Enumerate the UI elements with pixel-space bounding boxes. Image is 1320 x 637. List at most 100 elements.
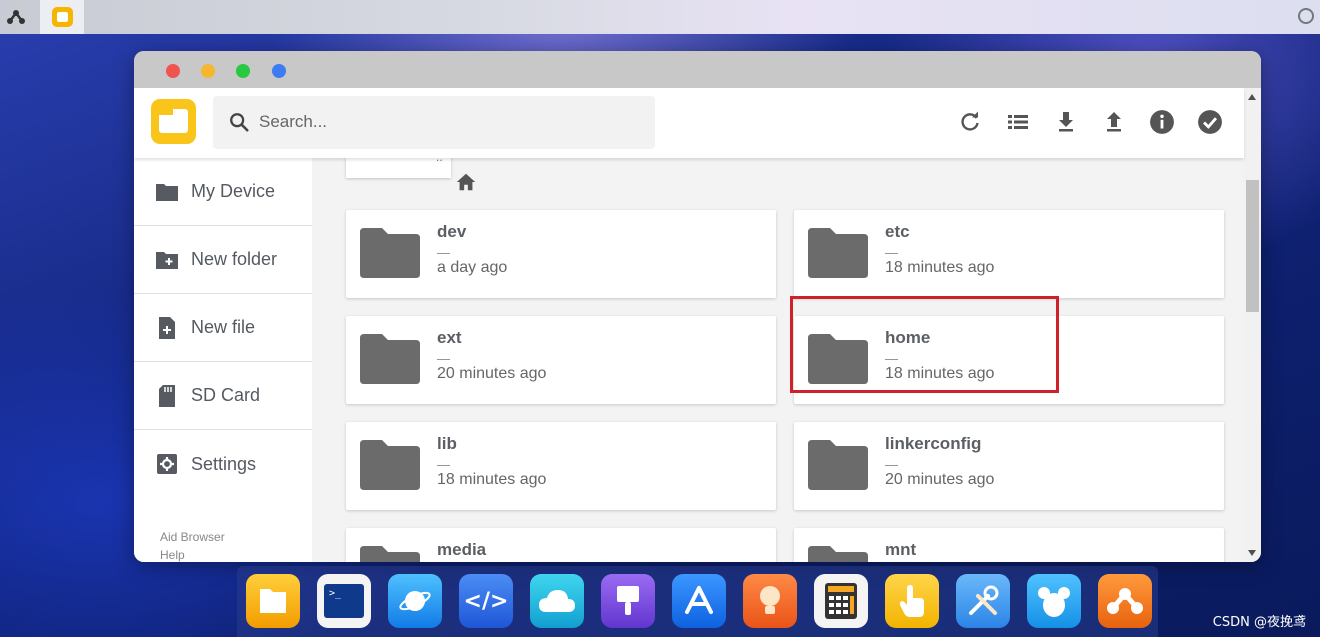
launcher-icon[interactable] [6, 7, 26, 27]
folder-icon [808, 440, 868, 490]
calculator-icon[interactable] [814, 574, 868, 628]
sidebar-footer: Aid Browser Help [160, 528, 225, 562]
aid-launcher-icon[interactable] [1098, 574, 1152, 628]
file-card-home[interactable]: home — 18 minutes ago [794, 316, 1224, 404]
sidebar-item-my-device[interactable]: My Device [134, 158, 312, 226]
list-view-button[interactable] [1004, 108, 1032, 136]
search-bar[interactable] [213, 96, 655, 149]
download-icon [1059, 112, 1073, 132]
cloud-app-icon[interactable] [530, 574, 584, 628]
search-icon [230, 113, 249, 132]
file-name: home [885, 328, 931, 347]
search-icon[interactable] [1298, 8, 1314, 24]
file-modified: 18 minutes ago [437, 471, 547, 488]
select-all-icon [1198, 110, 1222, 134]
files-app-icon[interactable] [246, 574, 300, 628]
sidebar-item-label: My Device [191, 181, 276, 201]
folder-icon [360, 440, 420, 490]
sidebar-item-sd-card[interactable]: SD Card [134, 362, 312, 430]
file-manager-window: My Device New folder New file SD Card Se… [134, 51, 1261, 562]
folder-icon [360, 334, 420, 384]
sidebar-item-label: Settings [191, 453, 257, 474]
files-app-icon [52, 7, 73, 27]
extra-window-button[interactable] [272, 64, 286, 78]
refresh-button[interactable] [956, 108, 984, 136]
close-button[interactable] [166, 64, 180, 78]
download-button[interactable] [1052, 108, 1080, 136]
file-modified: 20 minutes ago [437, 365, 547, 382]
file-modified: a day ago [437, 259, 508, 276]
top-bar [0, 0, 1320, 34]
search-input[interactable] [259, 108, 639, 136]
maximize-button[interactable] [236, 64, 250, 78]
light-bulb-icon[interactable] [743, 574, 797, 628]
sidebar-item-label: New file [191, 317, 256, 337]
file-name: dev [437, 222, 467, 241]
sidebar: My Device New folder New file SD Card Se… [134, 158, 312, 562]
toolbar [956, 108, 1224, 138]
file-card-lib[interactable]: lib — 18 minutes ago [346, 422, 776, 510]
folder-icon [808, 228, 868, 278]
vertical-scrollbar[interactable] [1244, 88, 1261, 562]
sidebar-item-label: SD Card [191, 385, 261, 405]
scroll-up-arrow-icon[interactable] [1248, 94, 1256, 100]
file-size: — [885, 351, 898, 366]
new-file-icon [155, 316, 179, 340]
scroll-down-arrow-icon[interactable] [1248, 550, 1256, 556]
file-name: media [437, 540, 487, 559]
select-all-button[interactable] [1196, 108, 1224, 136]
partial-card-top: .. [346, 158, 451, 178]
footer-link-aid-browser[interactable]: Aid Browser [160, 528, 225, 546]
upload-icon [1107, 112, 1121, 132]
app-header [134, 88, 1244, 158]
upload-button[interactable] [1100, 108, 1128, 136]
home-icon[interactable] [455, 171, 477, 193]
title-bar[interactable] [134, 51, 1261, 88]
sidebar-item-new-folder[interactable]: New folder [134, 226, 312, 294]
file-size: — [437, 245, 450, 260]
file-card-ext[interactable]: ext — 20 minutes ago [346, 316, 776, 404]
scrollbar-thumb[interactable] [1246, 180, 1259, 312]
folder-icon [360, 546, 420, 562]
mouse-app-icon[interactable] [1027, 574, 1081, 628]
file-size: — [885, 457, 898, 472]
folder-icon [360, 228, 420, 278]
new-folder-icon [155, 248, 179, 272]
file-name: linkerconfig [885, 434, 982, 453]
footer-link-help[interactable]: Help [160, 546, 225, 562]
folder-icon [155, 180, 179, 204]
file-modified: 20 minutes ago [885, 471, 995, 488]
watermark: CSDN @夜挽鸢 [1212, 615, 1306, 630]
active-app-files[interactable] [40, 0, 84, 34]
file-card-mnt[interactable]: mnt — [794, 528, 1224, 562]
tools-icon[interactable] [956, 574, 1010, 628]
touch-hand-icon[interactable] [885, 574, 939, 628]
app-store-icon[interactable] [672, 574, 726, 628]
browser-planet-icon[interactable] [388, 574, 442, 628]
sidebar-item-settings[interactable]: Settings [134, 430, 312, 498]
info-button[interactable] [1148, 108, 1176, 136]
paint-brush-icon[interactable] [601, 574, 655, 628]
folder-icon [808, 334, 868, 384]
refresh-icon [961, 111, 979, 131]
file-name: etc [885, 222, 910, 241]
file-name: mnt [885, 540, 917, 559]
sidebar-item-new-file[interactable]: New file [134, 294, 312, 362]
file-size: — [437, 351, 450, 366]
info-icon [1150, 110, 1174, 134]
file-modified: 18 minutes ago [885, 259, 995, 276]
settings-icon [155, 452, 179, 476]
code-editor-icon[interactable]: </> [459, 574, 513, 628]
list-view-icon [1008, 115, 1028, 129]
file-card-etc[interactable]: etc — 18 minutes ago [794, 210, 1224, 298]
file-name: ext [437, 328, 462, 347]
minimize-button[interactable] [201, 64, 215, 78]
terminal-app-icon[interactable]: >_ [317, 574, 371, 628]
file-name: lib [437, 434, 457, 453]
file-card-linkerconfig[interactable]: linkerconfig — 20 minutes ago [794, 422, 1224, 510]
app-logo [151, 99, 196, 144]
file-card-dev[interactable]: dev — a day ago [346, 210, 776, 298]
sidebar-item-label: New folder [191, 249, 278, 269]
sd-card-icon [155, 384, 179, 408]
file-card-media[interactable]: media — [346, 528, 776, 562]
